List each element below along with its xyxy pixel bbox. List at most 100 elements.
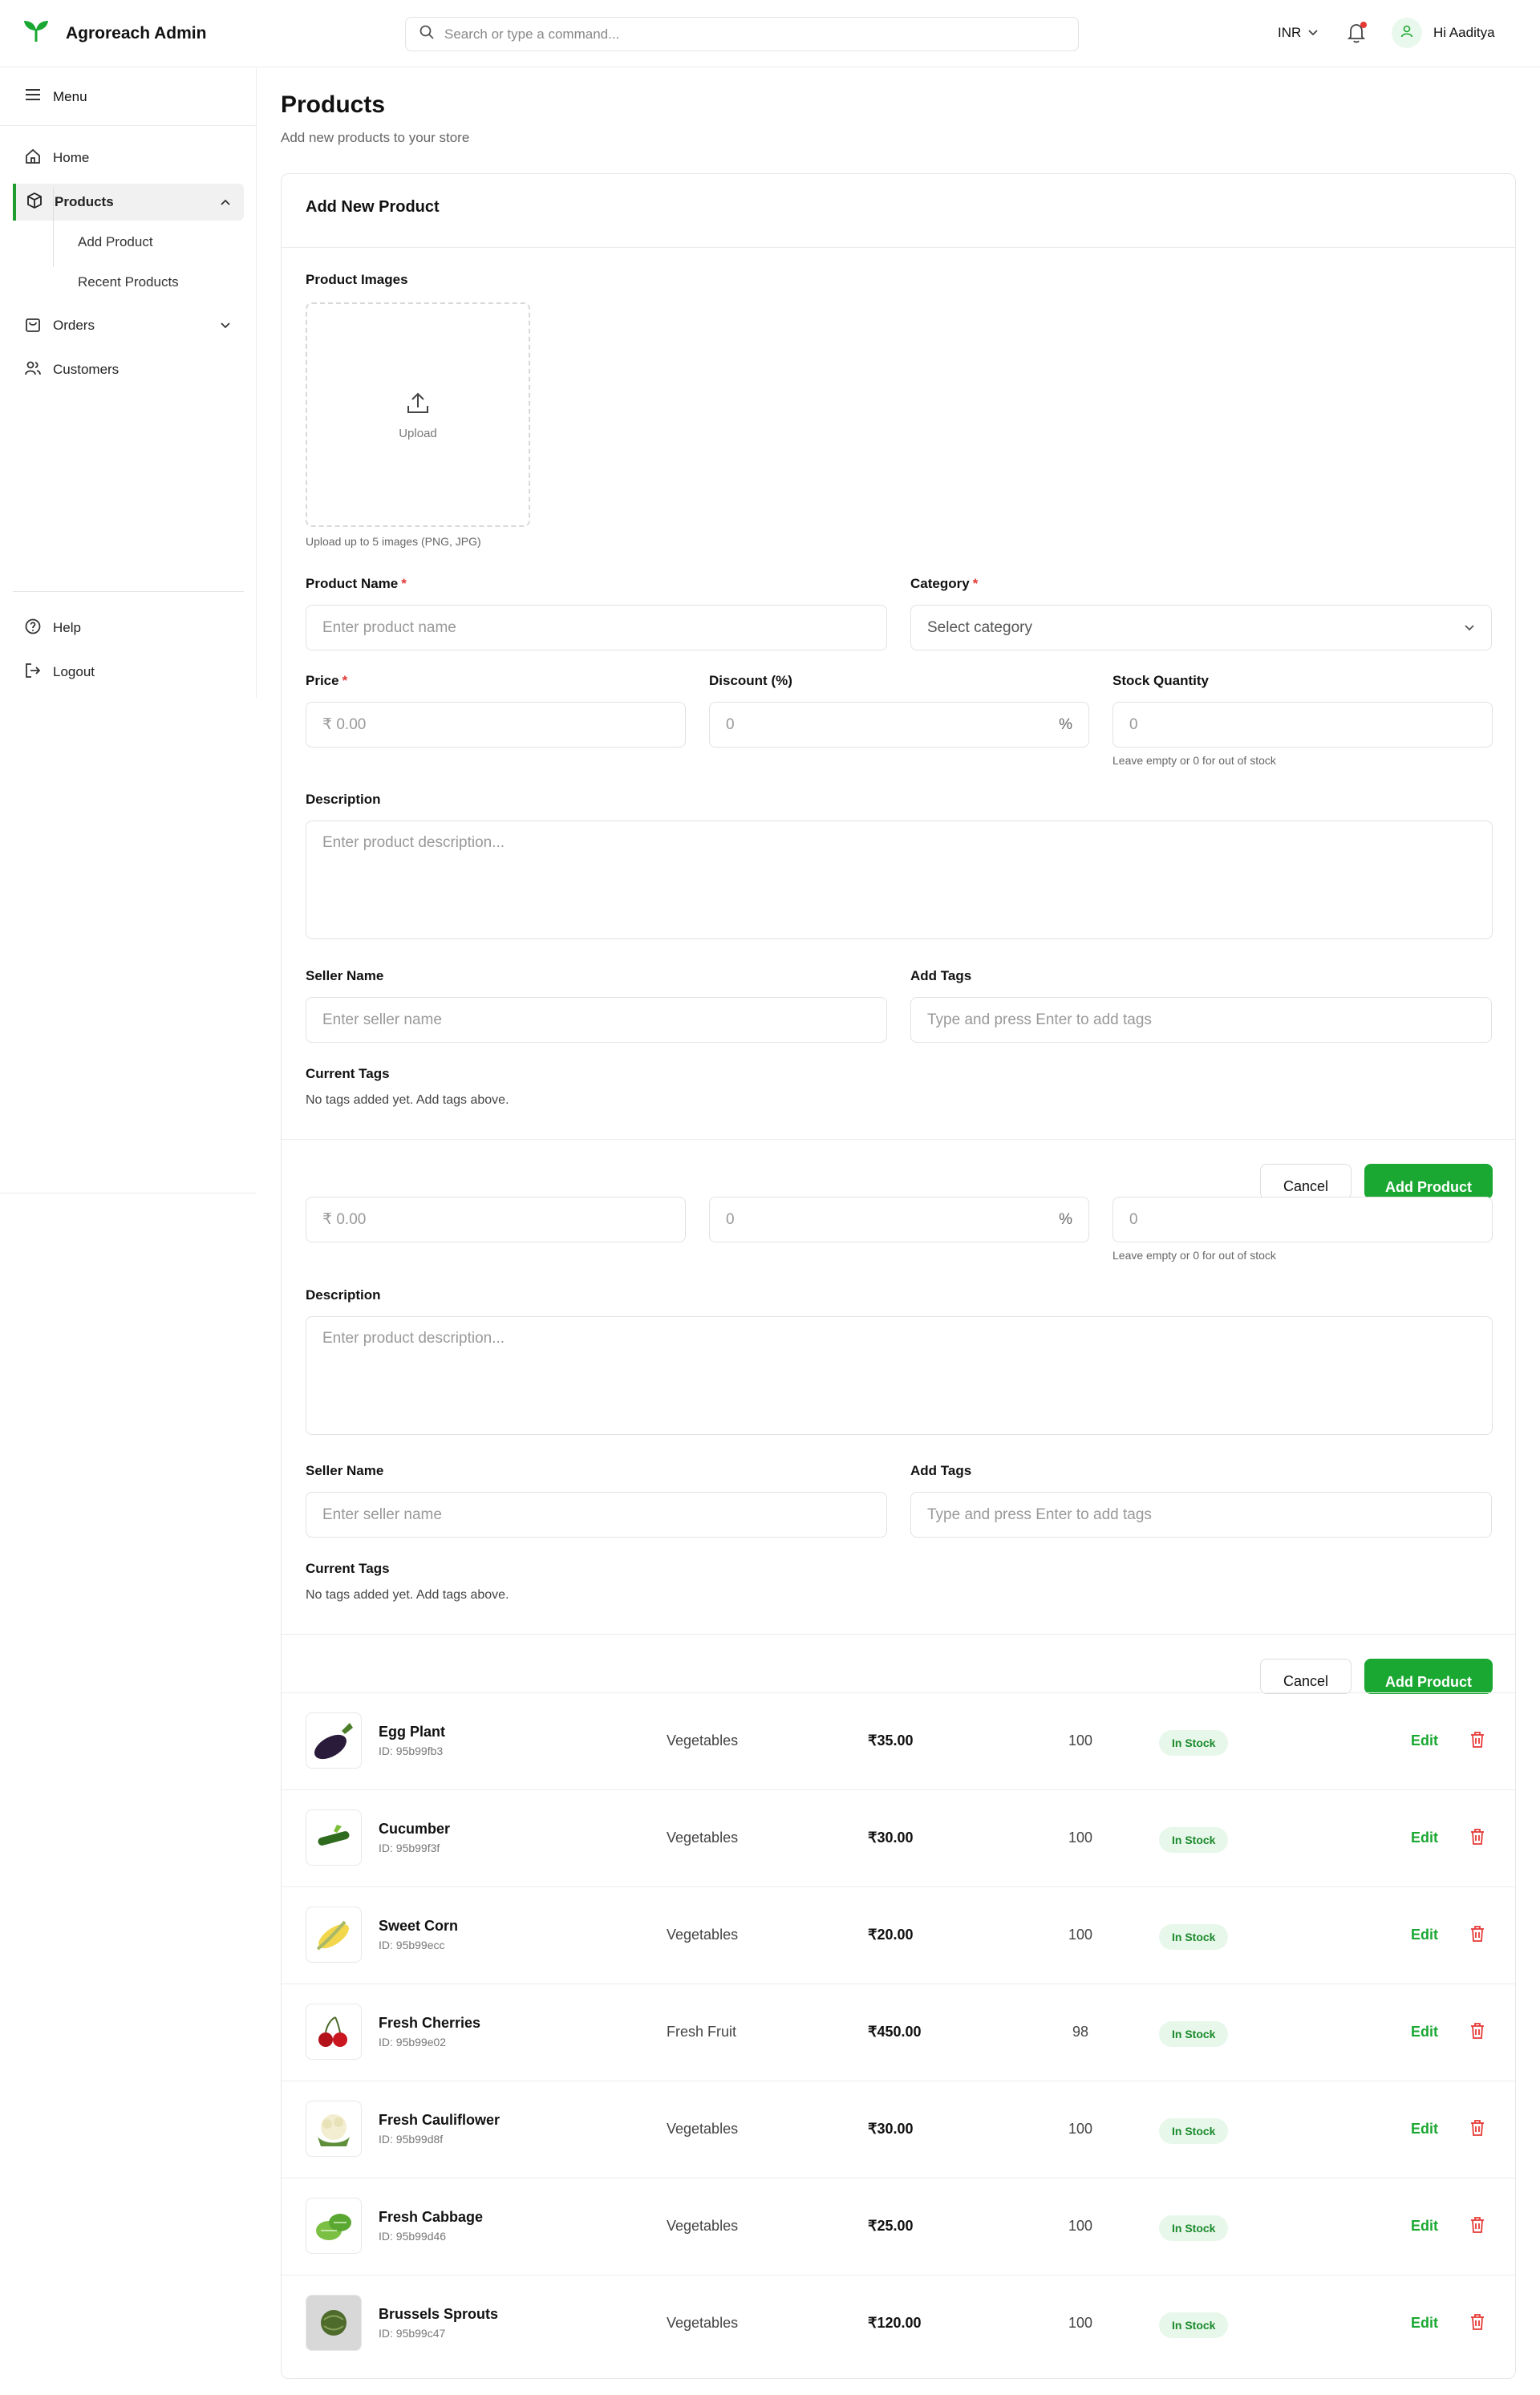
table-row[interactable]: Fresh Cabbage ID: 95b99d46 Vegetables ₹2… (282, 2178, 1515, 2275)
eggplant-image (314, 1723, 353, 1760)
user-menu[interactable]: Hi Aaditya (1392, 18, 1495, 48)
product-name-input[interactable]: Enter product name (306, 605, 887, 650)
upload-hint: Upload up to 5 images (PNG, JPG) (306, 535, 481, 548)
tags-label: Add Tags (910, 968, 972, 983)
sidebar-item-customers[interactable]: Customers (13, 351, 244, 388)
discount-label: Discount (%) (709, 673, 792, 688)
card-divider (282, 247, 1515, 248)
card-title: Add New Product (306, 198, 440, 216)
status-badge: In Stock (1159, 1827, 1229, 1853)
notification-dot (1360, 22, 1367, 28)
product-name: Cucumber (379, 1821, 451, 1837)
delete-button[interactable] (1469, 2118, 1486, 2142)
edit-button[interactable]: Edit (1411, 1927, 1438, 1943)
product-name: Fresh Cherries (379, 2015, 481, 2031)
table-row[interactable]: Fresh Cauliflower ID: 95b99d8f Vegetable… (282, 2081, 1515, 2178)
top-bar: Agroreach Admin INR Hi Aaditya (0, 0, 1540, 67)
sidebar: Menu Home Products Add Product Recent Pr… (0, 68, 257, 698)
cherries-image (318, 2016, 347, 2047)
delete-button[interactable] (1469, 1730, 1486, 1753)
tags-input[interactable]: Type and press Enter to add tags (910, 997, 1492, 1043)
percent-suffix: % (1059, 1210, 1072, 1228)
menu-toggle[interactable]: Menu (0, 68, 256, 126)
product-id: ID: 95b99d46 (379, 2230, 447, 2243)
edit-button[interactable]: Edit (1411, 2315, 1438, 2332)
tags-label: Add Tags (910, 1463, 972, 1478)
edit-button[interactable]: Edit (1411, 2121, 1438, 2138)
corn-image (316, 1920, 349, 1951)
current-tags-label: Current Tags (306, 1066, 390, 1081)
status-badge: In Stock (1159, 2312, 1229, 2338)
product-name-label: Product Name * (306, 576, 407, 591)
trash-icon (1469, 2023, 1486, 2044)
product-price: ₹25.00 (868, 2218, 914, 2234)
discount-input[interactable]: 0 % (709, 702, 1089, 748)
currency-label: INR (1278, 25, 1302, 40)
table-row[interactable]: Sweet Corn ID: 95b99ecc Vegetables ₹20.0… (282, 1886, 1515, 1984)
edit-button[interactable]: Edit (1411, 1830, 1438, 1846)
notifications-button[interactable] (1346, 22, 1367, 48)
description-textarea[interactable]: Enter product description... (306, 821, 1493, 939)
sidebar-subitem-recent-products[interactable]: Recent Products (78, 274, 179, 290)
description-textarea[interactable]: Enter product description... (306, 1316, 1493, 1435)
product-price: ₹20.00 (868, 1927, 914, 1943)
sidebar-item-orders[interactable]: Orders (13, 307, 244, 344)
table-row[interactable]: Brussels Sprouts ID: 95b99c47 Vegetables… (282, 2275, 1515, 2372)
currency-selector[interactable]: INR (1278, 25, 1319, 41)
search-bar[interactable] (405, 17, 1079, 51)
avatar (1392, 18, 1422, 48)
images-label: Product Images (306, 272, 408, 287)
sidebar-item-products[interactable]: Products (13, 184, 244, 221)
add-product-button[interactable]: Add Product (1364, 1659, 1493, 1694)
product-quantity: 100 (1068, 1830, 1093, 1846)
stock-input[interactable]: 0 (1112, 1197, 1493, 1242)
price-input[interactable]: ₹ 0.00 (306, 1197, 686, 1242)
product-price: ₹35.00 (868, 1732, 914, 1749)
product-name: Brussels Sprouts (379, 2306, 499, 2322)
product-quantity: 98 (1072, 2024, 1089, 2040)
table-row[interactable]: Cucumber ID: 95b99f3f Vegetables ₹30.00 … (282, 1789, 1515, 1886)
chevron-up-icon (220, 194, 231, 210)
description-label: Description (306, 792, 381, 807)
category-select[interactable]: Select category (910, 605, 1492, 650)
add-product-button[interactable]: Add Product (1364, 1164, 1493, 1199)
product-quantity: 100 (1068, 1732, 1093, 1749)
current-tags-label: Current Tags (306, 1561, 390, 1576)
status-badge: In Stock (1159, 1924, 1229, 1950)
tags-input[interactable]: Type and press Enter to add tags (910, 1492, 1492, 1538)
sidebar-item-home[interactable]: Home (13, 140, 244, 176)
seller-input[interactable]: Enter seller name (306, 1492, 887, 1538)
sidebar-item-logout[interactable]: Logout (13, 654, 244, 691)
sidebar-divider (13, 591, 244, 592)
product-category: Vegetables (667, 1927, 739, 1943)
search-input[interactable] (444, 26, 1054, 43)
trash-icon (1469, 1926, 1486, 1947)
upload-dropzone[interactable]: Upload (306, 302, 530, 527)
edit-button[interactable]: Edit (1411, 2218, 1438, 2235)
sidebar-subitem-add-product[interactable]: Add Product (78, 234, 153, 250)
product-id: ID: 95b99f3f (379, 1842, 440, 1854)
discount-input[interactable]: 0 % (709, 1197, 1089, 1242)
table-row[interactable]: Egg Plant ID: 95b99fb3 Vegetables ₹35.00… (282, 1692, 1515, 1789)
delete-button[interactable] (1469, 1827, 1486, 1850)
menu-label: Menu (53, 88, 87, 104)
delete-button[interactable] (1469, 2021, 1486, 2044)
delete-button[interactable] (1469, 2312, 1486, 2336)
card-divider (282, 1139, 1515, 1140)
seller-label: Seller Name (306, 968, 384, 983)
price-input[interactable]: ₹ 0.00 (306, 702, 686, 748)
percent-suffix: % (1059, 715, 1072, 733)
delete-button[interactable] (1469, 2215, 1486, 2239)
edit-button[interactable]: Edit (1411, 2024, 1438, 2040)
product-quantity: 100 (1068, 1927, 1093, 1943)
cancel-button[interactable]: Cancel (1260, 1164, 1352, 1199)
product-name: Sweet Corn (379, 1918, 459, 1934)
brand[interactable]: Agroreach Admin (22, 19, 206, 47)
seller-input[interactable]: Enter seller name (306, 997, 887, 1043)
sidebar-item-help[interactable]: Help (13, 610, 244, 646)
stock-input[interactable]: 0 (1112, 702, 1493, 748)
delete-button[interactable] (1469, 1924, 1486, 1947)
table-row[interactable]: Fresh Cherries ID: 95b99e02 Fresh Fruit … (282, 1984, 1515, 2081)
edit-button[interactable]: Edit (1411, 1732, 1438, 1749)
cancel-button[interactable]: Cancel (1260, 1659, 1352, 1694)
